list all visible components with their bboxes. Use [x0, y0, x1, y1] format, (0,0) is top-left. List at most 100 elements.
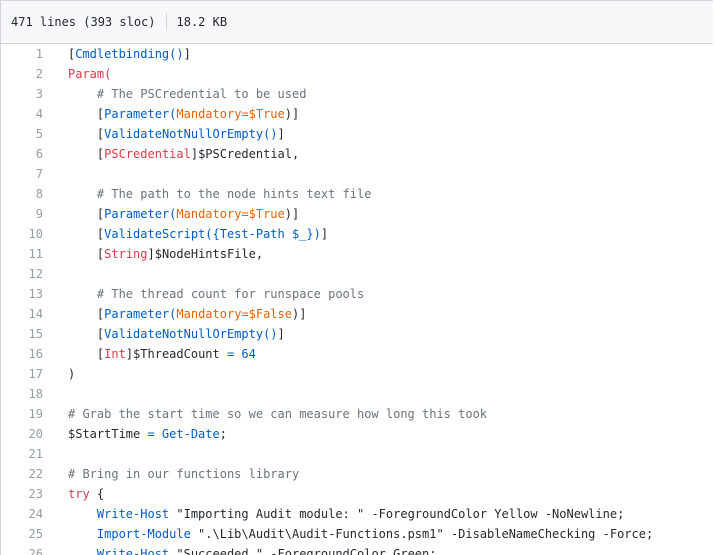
code-line: 23 try { [1, 484, 715, 504]
code-token: )] [284, 207, 300, 221]
line-number[interactable]: 20 [1, 424, 43, 444]
code-line: 1 [Cmdletbinding()] [1, 44, 715, 64]
code-line: 19 # Grab the start time so we can measur… [1, 404, 715, 424]
code-text: [Parameter(Mandatory=$True)] [68, 104, 299, 124]
code-line: 7 [1, 164, 715, 184]
line-number[interactable]: 17 [1, 364, 43, 384]
code-token: ValidateNotNullOrEmpty() [104, 327, 278, 341]
code-text: # The path to the node hints text file [68, 184, 372, 204]
code-token: Cmdletbinding() [75, 47, 184, 61]
line-number[interactable]: 18 [1, 384, 43, 404]
code-token: ValidateNotNullOrEmpty() [104, 127, 278, 141]
code-token: # The thread count for runspace pools [96, 287, 365, 301]
code-token: try [68, 487, 90, 501]
code-token: ".\Lib\Audit\Audit-Functions.psm1" -Disa… [190, 527, 654, 541]
line-count: 471 lines (393 sloc) [11, 15, 156, 29]
line-number[interactable]: 15 [1, 324, 43, 344]
code-line: 3 # The PSCredential to be used [1, 84, 715, 104]
code-text: [String]$NodeHintsFile, [68, 244, 263, 264]
line-number[interactable]: 22 [1, 464, 43, 484]
line-number[interactable]: 19 [1, 404, 43, 424]
code-token: $StartTime [68, 427, 148, 441]
code-text: [ValidateScript({Test-Path $_})] [68, 224, 328, 244]
line-number[interactable]: 11 [1, 244, 43, 264]
code-token: Mandatory=$False [176, 307, 292, 321]
code-token: PSCredential [104, 147, 191, 161]
line-number[interactable]: 8 [1, 184, 43, 204]
line-number[interactable]: 14 [1, 304, 43, 324]
code-line: 22 # Bring in our functions library [1, 464, 715, 484]
code-text: [PSCredential]$PSCredential, [68, 144, 299, 164]
code-token: Write-Host [96, 547, 170, 555]
divider [165, 13, 167, 31]
line-number[interactable]: 24 [1, 504, 43, 524]
line-number[interactable]: 23 [1, 484, 43, 504]
code-text: Param( [68, 64, 111, 84]
code-token: "Succeeded." -ForegroundColor Green; [169, 547, 437, 555]
code-token: )] [291, 307, 307, 321]
code-token: = 64 [226, 347, 256, 361]
code-line: 4 [Parameter(Mandatory=$True)] [1, 104, 715, 124]
code-text: # Bring in our functions library [68, 464, 299, 484]
line-number[interactable]: 9 [1, 204, 43, 224]
code-text: Import-Module ".\Lib\Audit\Audit-Functio… [68, 524, 653, 544]
line-number[interactable]: 21 [1, 444, 43, 464]
line-number[interactable]: 10 [1, 224, 43, 244]
code-token: ]$NodeHintsFile, [147, 247, 264, 261]
line-number[interactable]: 6 [1, 144, 43, 164]
code-line: 10 [ValidateScript({Test-Path $_})] [1, 224, 715, 244]
line-number[interactable]: 3 [1, 84, 43, 104]
code-token: # The PSCredential to be used [96, 87, 307, 101]
code-line: 24 Write-Host "Importing Audit module: "… [1, 504, 715, 524]
code-line: 18 [1, 384, 715, 404]
code-line: 20 $StartTime = Get-Date; [1, 424, 715, 444]
code-token: # The path to the node hints text file [96, 187, 372, 201]
code-line: 15 [ValidateNotNullOrEmpty()] [1, 324, 715, 344]
code-token: "Importing Audit module: " -ForegroundCo… [169, 507, 625, 521]
code-text: [ValidateNotNullOrEmpty()] [68, 324, 285, 344]
code-line: 13 # The thread count for runspace pools [1, 284, 715, 304]
line-number[interactable]: 7 [1, 164, 43, 184]
code-text: [ValidateNotNullOrEmpty()] [68, 124, 285, 144]
code-line: 5 [ValidateNotNullOrEmpty()] [1, 124, 715, 144]
file-info-bar: 471 lines (393 sloc) 18.2 KB [0, 0, 713, 44]
code-line: 6 [PSCredential]$PSCredential, [1, 144, 715, 164]
code-token: Int [104, 347, 126, 361]
code-token: Parameter( [104, 207, 177, 221]
line-number[interactable]: 12 [1, 264, 43, 284]
code-token: ] [320, 227, 329, 241]
code-token: ]$PSCredential, [190, 147, 300, 161]
line-number[interactable]: 5 [1, 124, 43, 144]
code-token: Write-Host [96, 507, 170, 521]
code-text: [Int]$ThreadCount = 64 [68, 344, 256, 364]
code-viewer[interactable]: 1 [Cmdletbinding()] 2 Param(3 # The PSCrede… [0, 44, 715, 555]
line-number[interactable]: 26 [1, 544, 43, 555]
line-number[interactable]: 25 [1, 524, 43, 544]
code-text: # The thread count for runspace pools [68, 284, 364, 304]
line-number[interactable]: 4 [1, 104, 43, 124]
code-token: ) [68, 367, 76, 381]
line-number[interactable]: 16 [1, 344, 43, 364]
line-number[interactable]: 1 [1, 44, 43, 64]
line-number[interactable]: 13 [1, 284, 43, 304]
code-text: Write-Host "Succeeded." -ForegroundColor… [68, 544, 437, 555]
code-token: Mandatory=$True [176, 107, 285, 121]
code-line: 25 Import-Module ".\Lib\Audit\Audit-Func… [1, 524, 715, 544]
code-text: [Parameter(Mandatory=$True)] [68, 204, 299, 224]
code-text: # Grab the start time so we can measure … [68, 404, 487, 424]
code-text: try { [68, 484, 104, 504]
code-line: 2 Param( [1, 64, 715, 84]
code-line: 21 [1, 444, 715, 464]
line-number[interactable]: 2 [1, 64, 43, 84]
code-line: 17) [1, 364, 715, 384]
code-token: ] [277, 327, 285, 341]
